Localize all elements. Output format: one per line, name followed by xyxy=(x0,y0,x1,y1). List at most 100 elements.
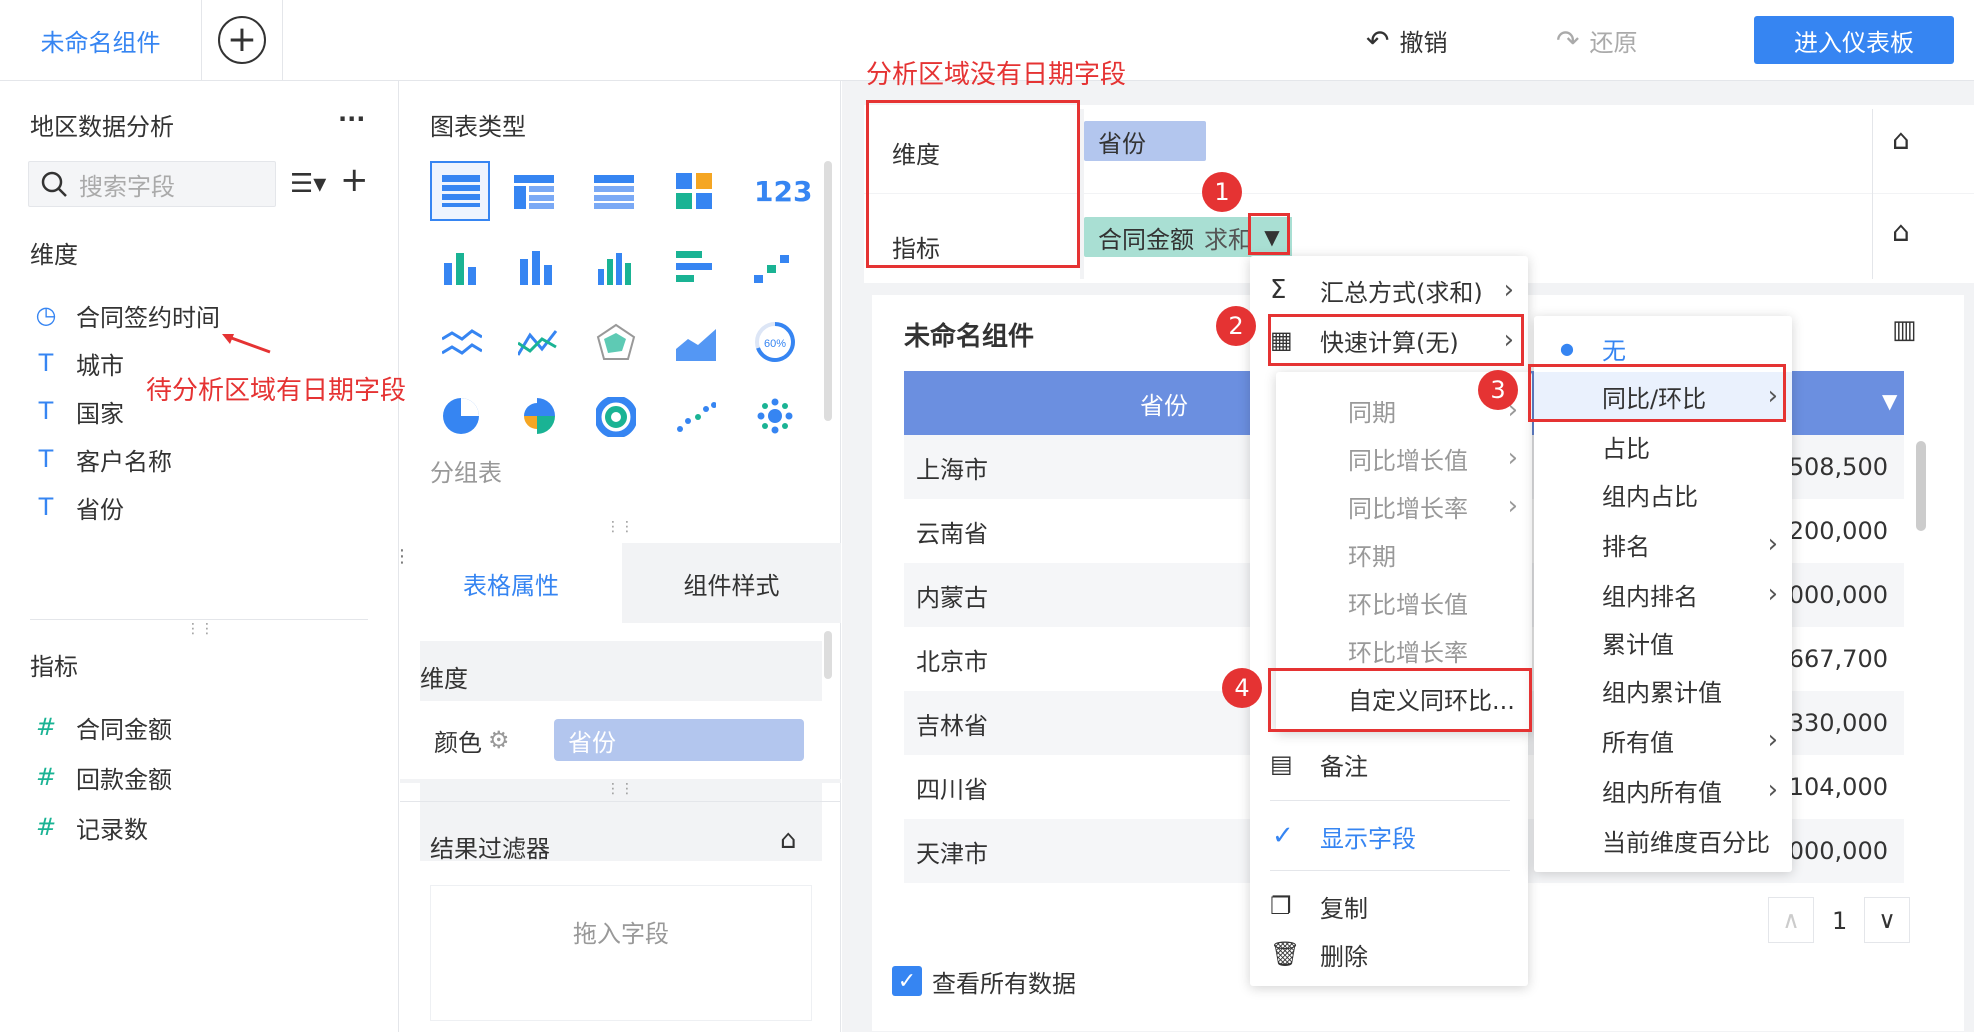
row-name: 天津市 xyxy=(916,839,988,868)
field-item[interactable]: ◷ 合同签约时间 xyxy=(30,295,220,335)
step-badge: 3 xyxy=(1478,370,1518,410)
text-type-icon: T xyxy=(38,493,54,521)
tab-component-style[interactable]: 组件样式 xyxy=(622,543,841,623)
menu-item-delete[interactable]: 🗑 删除 xyxy=(1250,930,1528,978)
view-all-data-checkbox[interactable]: ✓ 查看所有数据 xyxy=(892,961,1076,1001)
metric-filter-icon[interactable]: ⌂ xyxy=(1892,215,1910,248)
scrollbar[interactable] xyxy=(824,631,832,679)
radar-chart-icon[interactable] xyxy=(596,323,636,363)
redo-button[interactable]: ↷ 还原 xyxy=(1556,18,1637,62)
chevron-right-icon: › xyxy=(1767,529,1778,559)
filter-drop-zone[interactable]: 拖入字段 xyxy=(430,885,812,1021)
menu-item-group-all-values[interactable]: 组内所有值 › xyxy=(1534,766,1792,814)
menu-item-cumulative[interactable]: 累计值 xyxy=(1534,618,1792,666)
menu-item-percent[interactable]: 占比 xyxy=(1534,422,1792,470)
dimension-filter-icon[interactable]: ⌂ xyxy=(1892,123,1910,156)
add-field-icon[interactable]: + xyxy=(340,163,369,197)
chart-types-title: 图表类型 xyxy=(430,113,526,141)
enter-dashboard-button[interactable]: 进入仪表板 xyxy=(1754,16,1954,64)
dataset-title: 地区数据分析 xyxy=(30,113,174,141)
menu-item-note[interactable]: ▤ 备注 xyxy=(1250,740,1528,788)
scatter-chart-icon[interactable] xyxy=(676,401,716,433)
field-type-filter-icon[interactable]: ☰▾ xyxy=(290,169,326,199)
field-item[interactable]: T 城市 xyxy=(30,343,124,383)
scrollbar[interactable] xyxy=(1916,441,1926,531)
panel-resize-handle[interactable]: ⋮ xyxy=(393,546,411,567)
annotation-no-date: 分析区域没有日期字段 xyxy=(866,60,1127,90)
cross-table-icon[interactable] xyxy=(514,175,554,209)
field-label: 记录数 xyxy=(76,815,148,844)
menu-item-group-cumulative[interactable]: 组内累计值 xyxy=(1534,666,1792,714)
field-item[interactable]: T 省份 xyxy=(30,487,124,527)
line-chart-icon[interactable] xyxy=(442,325,482,361)
resize-handle[interactable]: ⋮⋮ xyxy=(606,781,634,797)
menu-item-show-field[interactable]: ✓ 显示字段 xyxy=(1250,812,1528,860)
color-field-pill[interactable]: 省份 xyxy=(554,719,804,761)
menu-label: 组内所有值 xyxy=(1602,778,1722,807)
search-icon xyxy=(41,171,67,197)
number-type-icon: # xyxy=(35,813,57,841)
waterfall-icon[interactable] xyxy=(754,251,792,285)
menu-label: 累计值 xyxy=(1602,630,1674,659)
search-input[interactable]: 搜索字段 xyxy=(28,161,276,207)
menu-item-yoy[interactable]: 环比增长率 xyxy=(1276,626,1532,674)
field-item[interactable]: T 客户名称 xyxy=(30,439,172,479)
field-item[interactable]: # 合同金额 xyxy=(30,707,172,747)
resize-handle[interactable]: ⋮⋮ xyxy=(606,519,634,535)
detail-table-icon[interactable] xyxy=(594,175,634,209)
menu-item-summary[interactable]: Σ 汇总方式(求和) › xyxy=(1250,266,1528,314)
column-chart-icon[interactable] xyxy=(596,249,634,285)
gauge-icon[interactable]: 60% xyxy=(754,321,796,363)
add-tab-button[interactable]: + xyxy=(218,16,266,64)
selected-chart-name: 分组表 xyxy=(430,459,502,487)
menu-item-yoy[interactable]: 同比增长率 › xyxy=(1276,482,1532,530)
line-point-icon[interactable] xyxy=(518,325,558,361)
field-item[interactable]: # 回款金额 xyxy=(30,757,172,797)
menu-label: 显示字段 xyxy=(1320,824,1416,853)
more-icon[interactable]: ··· xyxy=(338,105,365,133)
menu-label: 组内排名 xyxy=(1602,582,1698,611)
next-page-button[interactable]: ∨ xyxy=(1864,897,1910,943)
bubble-chart-icon[interactable] xyxy=(756,397,794,435)
filter-settings-icon[interactable]: ⌂ xyxy=(780,825,797,855)
undo-button[interactable]: ↶ 撤销 xyxy=(1366,18,1447,62)
stacked-bar-icon[interactable] xyxy=(442,249,480,285)
divider xyxy=(30,619,368,620)
menu-item-group-rank[interactable]: 组内排名 › xyxy=(1534,570,1792,618)
area-chart-icon[interactable] xyxy=(676,325,716,361)
tab-table-properties[interactable]: 表格属性 xyxy=(400,543,622,623)
menu-item-yoy[interactable]: 环期 xyxy=(1276,530,1532,578)
multi-pie-icon[interactable] xyxy=(596,397,636,437)
menu-item-dim-percent[interactable]: 当前维度百分比 xyxy=(1534,816,1792,864)
menu-item-all-values[interactable]: 所有值 › xyxy=(1534,716,1792,764)
bar-chart-icon[interactable] xyxy=(518,249,556,285)
chevron-right-icon: › xyxy=(1767,725,1778,755)
field-item[interactable]: # 记录数 xyxy=(30,807,148,847)
chevron-right-icon: › xyxy=(1767,579,1778,609)
sort-caret-icon[interactable]: ▼ xyxy=(1882,389,1897,413)
pie-chart-icon[interactable] xyxy=(442,397,480,435)
menu-label: 所有值 xyxy=(1602,728,1674,757)
menu-item-yoy[interactable]: 环比增长值 xyxy=(1276,578,1532,626)
row-name: 上海市 xyxy=(916,455,988,484)
menu-item-copy[interactable]: ❐ 复制 xyxy=(1250,882,1528,930)
horizontal-bar-icon[interactable] xyxy=(676,249,714,285)
menu-item-rank[interactable]: 排名 › xyxy=(1534,520,1792,568)
barcode-icon[interactable]: ▥ xyxy=(1892,315,1917,345)
menu-label: 环比增长率 xyxy=(1348,638,1468,667)
field-item[interactable]: T 国家 xyxy=(30,391,124,431)
dimension-field-pill[interactable]: 省份 xyxy=(1084,121,1206,161)
prev-page-button[interactable]: ∧ xyxy=(1768,897,1814,943)
color-table-icon[interactable] xyxy=(676,173,712,209)
gear-icon[interactable]: ⚙ xyxy=(488,726,510,754)
kpi-card-icon[interactable]: 123 xyxy=(754,175,812,208)
field-label: 国家 xyxy=(76,399,124,428)
menu-item-group-percent[interactable]: 组内占比 xyxy=(1534,470,1792,518)
tab-untitled-component[interactable]: 未命名组件 xyxy=(0,0,202,81)
number-type-icon: # xyxy=(35,713,57,741)
menu-item-yoy[interactable]: 同比增长值 › xyxy=(1276,434,1532,482)
note-icon: ▤ xyxy=(1270,750,1293,778)
scrollbar[interactable] xyxy=(824,161,832,421)
rose-chart-icon[interactable] xyxy=(518,397,556,435)
resize-handle[interactable]: ⋮⋮ xyxy=(186,621,214,637)
